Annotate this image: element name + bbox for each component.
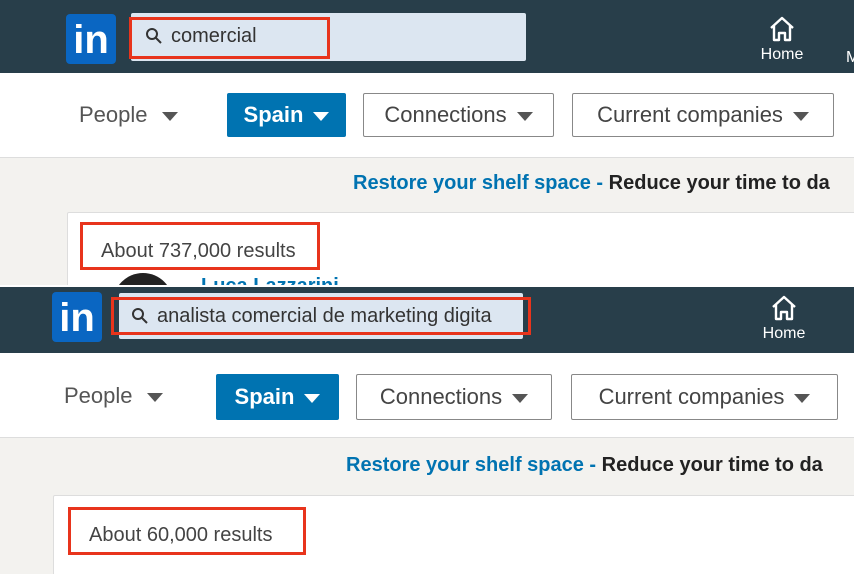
linkedin-logo[interactable]: in [52, 292, 102, 342]
promo-banner: Restore your shelf space - Reduce your t… [346, 454, 823, 477]
global-nav: in comercial Home M [0, 0, 854, 73]
search-filters: People Spain Connections Current compani… [0, 353, 854, 438]
chevron-down-icon [794, 393, 811, 403]
home-icon [770, 16, 794, 42]
filter-connections-label: Connections [384, 102, 507, 127]
search-query: analista comercial de marketing digita [157, 305, 492, 327]
filter-location-label: Spain [243, 102, 304, 127]
filter-connections-button[interactable]: Connections [363, 93, 554, 137]
screenshot-bottom: in analista comercial de marketing digit… [0, 287, 854, 574]
filter-connections-button[interactable]: Connections [356, 374, 552, 420]
filter-people[interactable]: People [64, 383, 163, 409]
chevron-down-icon [516, 111, 533, 121]
filter-location-button[interactable]: Spain [216, 374, 339, 420]
results-card: About 60,000 results [53, 495, 854, 574]
chevron-down-icon [512, 393, 529, 403]
filter-location-button[interactable]: Spain [227, 93, 346, 137]
chevron-down-icon [304, 393, 321, 403]
chevron-down-icon [792, 111, 809, 121]
search-query: comercial [171, 25, 257, 47]
filter-location-label: Spain [234, 384, 295, 409]
results-card: About 737,000 results Luca Lazzarini [67, 212, 854, 286]
chevron-down-icon [161, 111, 178, 121]
filter-companies-label: Current companies [598, 384, 785, 409]
home-icon [772, 295, 796, 321]
promo-banner: Restore your shelf space - Reduce your t… [353, 172, 830, 195]
search-icon [146, 28, 162, 44]
nav-home[interactable]: Home [752, 14, 812, 64]
nav-home-label: Home [760, 46, 804, 63]
filter-people[interactable]: People [79, 102, 178, 128]
filter-connections-label: Connections [379, 384, 503, 409]
nav-more-label[interactable]: M [846, 49, 854, 67]
search-filters: People Spain Connections Current compani… [0, 73, 854, 158]
filter-companies-button[interactable]: Current companies [571, 374, 838, 420]
chevron-down-icon [313, 111, 330, 121]
linkedin-logo[interactable]: in [66, 14, 116, 64]
nav-home[interactable]: Home [754, 293, 814, 343]
search-input[interactable]: analista comercial de marketing digita [119, 293, 523, 339]
chevron-down-icon [146, 392, 163, 402]
screenshot-top: in comercial Home M People Spain Connect… [0, 0, 854, 286]
promo-text: Reduce your time to da [608, 172, 830, 194]
promo-text: Reduce your time to da [601, 454, 823, 476]
filter-companies-label: Current companies [597, 102, 783, 127]
promo-link[interactable]: Restore your shelf space - [353, 172, 603, 194]
filter-companies-button[interactable]: Current companies [572, 93, 834, 137]
nav-home-label: Home [762, 325, 806, 342]
search-input[interactable]: comercial [131, 13, 526, 61]
results-count: About 60,000 results [89, 524, 273, 546]
global-nav: in analista comercial de marketing digit… [0, 287, 854, 353]
filter-people-label: People [64, 383, 133, 408]
filter-people-label: People [79, 102, 148, 127]
search-icon [132, 308, 148, 324]
results-count: About 737,000 results [101, 240, 296, 262]
promo-link[interactable]: Restore your shelf space - [346, 454, 596, 476]
